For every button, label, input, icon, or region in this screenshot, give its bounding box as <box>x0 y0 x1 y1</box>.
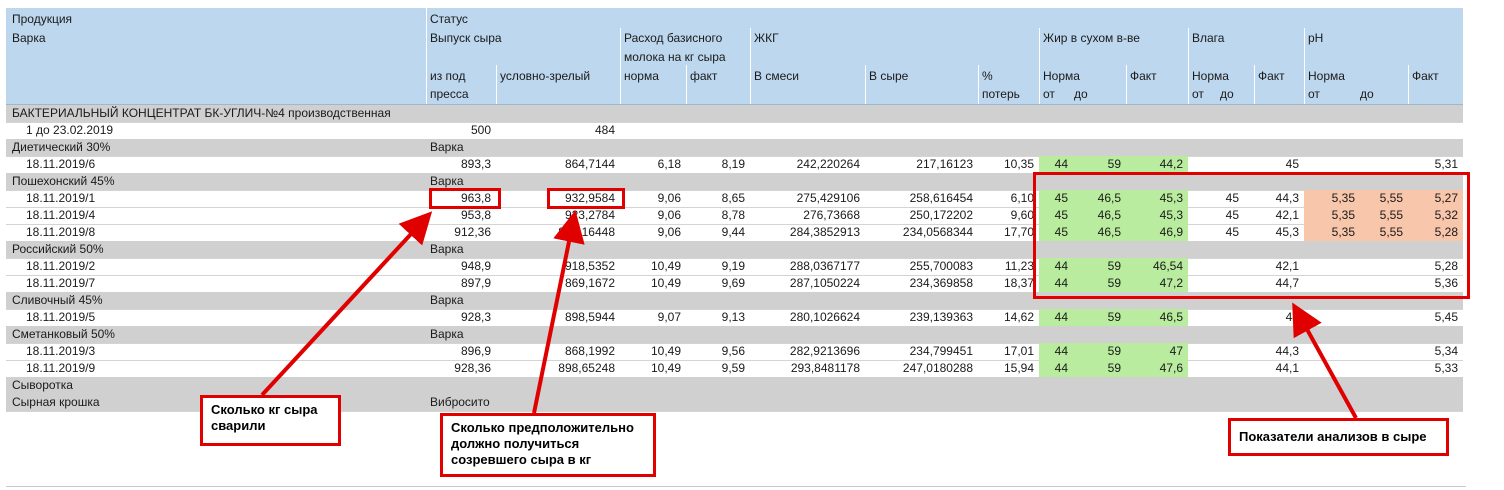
highlight-ripe-value <box>547 188 625 209</box>
arrow-expected <box>532 210 585 414</box>
arrow-cooked <box>260 211 433 397</box>
arrow-analysis <box>1292 302 1358 419</box>
highlight-analysis-block <box>1033 172 1470 299</box>
annotation-expected: Сколько предположительно должно получить… <box>440 413 656 477</box>
annotation-analysis: Показатели анализов в сыре <box>1228 418 1449 456</box>
highlight-press-value <box>429 188 501 209</box>
annotation-cooked: Сколько кг сыра сварили <box>200 395 341 446</box>
